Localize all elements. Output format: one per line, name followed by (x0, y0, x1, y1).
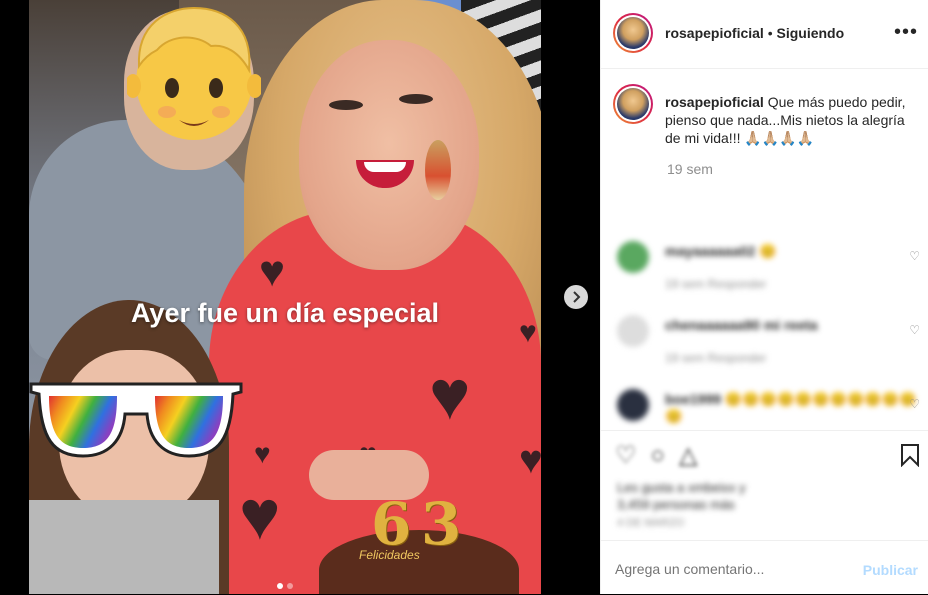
sequin-heart: ♥ (239, 476, 281, 554)
post-date: 4 DE MARZO (617, 517, 685, 529)
likes-summary[interactable]: Les gusta a xmbeixx y 3,459 personas más (617, 479, 746, 513)
comment-meta: 19 sem Responder (665, 277, 767, 291)
comments-list: mayaaaaaa02 😊 19 sem Responder ♡ chenaaa… (601, 225, 928, 430)
post-caption: rosapepioficial Que más puedo pedir, pie… (665, 93, 921, 147)
comment-item: mayaaaaaa02 😊 19 sem Responder ♡ (601, 225, 928, 295)
likes-count: 3,459 personas más (617, 497, 735, 512)
carousel-dots (29, 576, 541, 594)
caption-avatar[interactable] (613, 84, 653, 124)
header-user-line: rosapepioficial • Siguiendo (665, 25, 844, 41)
more-horizontal-icon[interactable]: ••• (894, 22, 918, 42)
candle-digit: 6 (371, 490, 412, 558)
eye (399, 94, 433, 104)
sequin-heart: ♥ (254, 438, 271, 469)
comment-meta: 19 sem Responder (665, 351, 767, 365)
sequin-heart: ♥ (429, 356, 471, 434)
following-button[interactable]: Siguiendo (777, 25, 845, 41)
next-slide-button[interactable] (564, 285, 588, 309)
woman-face (299, 40, 479, 270)
sequin-heart: ♥ (259, 247, 286, 296)
heart-icon[interactable]: ♡ (909, 323, 920, 337)
heart-icon[interactable]: ♡ (909, 249, 920, 263)
post-actions: ♡○△ Les gusta a xmbeixx y 3,459 personas… (601, 430, 928, 541)
carousel-dot-active (277, 583, 283, 589)
heart-icon[interactable]: ♡ (909, 397, 920, 411)
likes-text: Les gusta a xmbeixx y (617, 480, 746, 495)
boy-emoji-icon (127, 6, 261, 140)
rainbow-sunglasses-icon (29, 382, 243, 458)
teeth (364, 162, 406, 172)
comment-item: chenaaaaaa90 mi reeta 19 sem Responder ♡ (601, 299, 928, 369)
bookmark-icon[interactable] (900, 443, 920, 467)
profile-avatar[interactable] (613, 13, 653, 53)
chevron-right-icon (573, 291, 581, 303)
comment-text: boe1999 😊😊😊😊😊😊😊😊😊😊😊😊 (665, 391, 917, 424)
comment-text: mayaaaaaa02 😊 (665, 243, 777, 259)
caption-username[interactable]: rosapepioficial (665, 94, 764, 110)
publish-button[interactable]: Publicar (863, 562, 918, 578)
comment-avatar[interactable] (617, 241, 649, 273)
post-sidebar: rosapepioficial • Siguiendo ••• rosapepi… (600, 0, 928, 594)
earring (425, 140, 451, 200)
story-text-sticker: Ayer fue un día especial (130, 298, 440, 328)
header-separator: • (767, 25, 773, 41)
comment-icon[interactable]: ○ (651, 442, 680, 469)
sequin-heart: ♥ (519, 438, 541, 482)
eye (329, 100, 363, 110)
candle-digit: 3 (421, 490, 462, 558)
post-header: rosapepioficial • Siguiendo ••• (601, 0, 928, 69)
share-icon[interactable]: △ (679, 442, 711, 469)
header-username[interactable]: rosapepioficial (665, 25, 764, 41)
action-icons: ♡○△ (615, 441, 711, 470)
comment-item: boe1999 😊😊😊😊😊😊😊😊😊😊😊😊 ♡ (601, 373, 928, 430)
comment-text: chenaaaaaa90 mi reeta (665, 317, 818, 333)
media-area: ♥ ♥ ♥ ♥ ♥ ♥ ♥ Felicidades 6 3 Ayer fue u… (0, 0, 600, 594)
add-comment-bar: Publicar (601, 540, 928, 595)
carousel-dot (287, 583, 293, 589)
post-photo[interactable]: ♥ ♥ ♥ ♥ ♥ ♥ ♥ Felicidades 6 3 Ayer fue u… (29, 0, 541, 594)
comment-avatar[interactable] (617, 389, 649, 421)
post-time[interactable]: 19 sem (667, 161, 713, 177)
instagram-post-modal: ♥ ♥ ♥ ♥ ♥ ♥ ♥ Felicidades 6 3 Ayer fue u… (0, 0, 928, 594)
like-icon[interactable]: ♡ (615, 442, 651, 469)
comment-input[interactable] (615, 561, 835, 577)
comment-avatar[interactable] (617, 315, 649, 347)
